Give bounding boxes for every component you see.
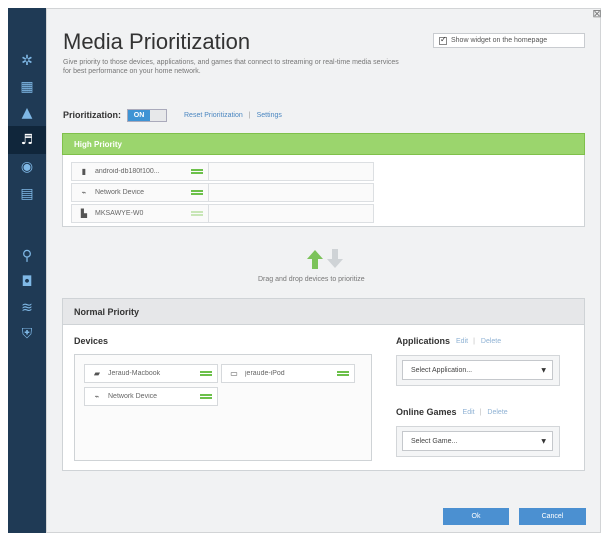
security-icon[interactable]: ⛨ — [8, 320, 46, 348]
game-select[interactable]: Select Game... ▼ — [402, 431, 553, 451]
device-name: Jeraud-Macbook — [108, 370, 161, 377]
applications-edit-link[interactable]: Edit — [456, 338, 468, 345]
prioritization-row: Prioritization: ON Reset Prioritization … — [63, 108, 282, 122]
high-priority-device-row[interactable]: ⌁ Network Device — [71, 183, 374, 202]
device-card[interactable]: ⌁ Network Device — [84, 387, 218, 406]
high-priority-device-row[interactable]: ▮ android-db180f100... — [71, 162, 374, 181]
game-select-value: Select Game... — [411, 437, 458, 445]
signal-strength-icon — [191, 169, 203, 174]
device-name: MKSAWYE-W0 — [95, 210, 144, 217]
normal-devices-dropzone[interactable]: ▰ Jeraud-Macbook ▭ jeraude-iPod ⌁ Networ… — [74, 354, 372, 461]
devices-label: Devices — [74, 336, 109, 346]
device-name: android-db180f100... — [95, 168, 160, 175]
high-priority-device-row[interactable]: ▙ MKSAWYE-W0 — [71, 204, 374, 223]
phone-icon: ▮ — [81, 167, 87, 176]
parental-icon[interactable]: ⚲ — [8, 242, 46, 270]
arrow-down-icon — [327, 249, 343, 268]
media-priority-icon[interactable]: ♬ — [8, 126, 52, 154]
online-games-edit-link[interactable]: Edit — [463, 409, 475, 416]
application-select[interactable]: Select Application... ▼ — [402, 360, 553, 380]
device-card[interactable]: ⌁ Network Device — [72, 184, 209, 201]
applications-label: Applications — [396, 336, 451, 346]
prioritization-toggle[interactable]: ON — [127, 108, 167, 122]
wireless-icon[interactable]: ≋ — [8, 294, 46, 322]
applications-delete-link[interactable]: Delete — [481, 338, 501, 345]
reset-prioritization-link[interactable]: Reset Prioritization — [184, 112, 243, 119]
drag-arrows-icon — [307, 249, 343, 269]
device-card[interactable]: ▭ jeraude-iPod — [221, 364, 355, 383]
network-device-icon: ⌁ — [81, 188, 87, 197]
chevron-down-icon: ▼ — [541, 438, 546, 445]
link-separator: | — [248, 111, 251, 119]
toggle-on-label[interactable]: ON — [128, 109, 150, 121]
toggle-off-half[interactable] — [150, 109, 166, 121]
alert-icon[interactable]: ▲ — [8, 99, 46, 127]
show-widget-checkbox[interactable]: Show widget on the homepage — [433, 33, 585, 48]
show-widget-label: Show widget on the homepage — [451, 37, 548, 44]
device-name: jeraude-iPod — [245, 370, 285, 377]
chevron-down-icon: ▼ — [541, 367, 546, 374]
connectivity-icon[interactable]: ◉ — [8, 153, 46, 181]
device-name: Network Device — [108, 393, 158, 400]
link-separator: | — [479, 408, 482, 416]
signal-strength-icon — [200, 394, 212, 399]
network-device-icon: ⌁ — [94, 392, 100, 401]
signal-strength-icon — [200, 371, 212, 376]
signal-strength-icon — [337, 371, 349, 376]
arrow-up-icon — [307, 250, 323, 269]
drag-hint-text: Drag and drop devices to prioritize — [258, 276, 365, 283]
device-name: Network Device — [95, 189, 145, 196]
page-description: Give priority to those devices, applicat… — [63, 59, 399, 75]
signal-strength-icon — [191, 190, 203, 195]
cancel-button[interactable]: Cancel — [519, 508, 586, 525]
network-icon[interactable]: ✲ — [8, 47, 46, 75]
applications-section: Applications Edit | Delete — [396, 336, 501, 346]
laptop-icon: ▰ — [93, 369, 101, 378]
checkbox-checked-icon[interactable] — [439, 35, 447, 45]
online-games-section: Online Games Edit | Delete — [396, 407, 508, 417]
settings-link[interactable]: Settings — [257, 112, 282, 119]
device-card[interactable]: ▰ Jeraud-Macbook — [84, 364, 218, 383]
high-priority-header: High Priority — [62, 133, 585, 155]
online-games-delete-link[interactable]: Delete — [487, 409, 507, 416]
page-title: Media Prioritization — [63, 29, 251, 54]
application-select-value: Select Application... — [411, 366, 473, 374]
camera-icon[interactable]: ◘ — [8, 268, 46, 296]
normal-priority-header: Normal Priority — [62, 298, 585, 325]
device-card[interactable]: ▙ MKSAWYE-W0 — [72, 205, 209, 222]
computer-icon: ▙ — [80, 209, 88, 218]
router-icon[interactable]: ▦ — [8, 73, 46, 101]
ok-button[interactable]: Ok — [443, 508, 509, 525]
online-games-label: Online Games — [396, 407, 457, 417]
signal-strength-icon — [191, 211, 203, 216]
map-icon[interactable]: ▤ — [8, 180, 46, 208]
close-icon[interactable]: ⊠ — [591, 8, 603, 20]
device-card[interactable]: ▮ android-db180f100... — [72, 163, 209, 180]
ipod-icon: ▭ — [230, 369, 238, 378]
link-separator: | — [473, 337, 475, 345]
prioritization-label: Prioritization: — [63, 110, 121, 120]
app-sidebar: ✲ ▦ ▲ ♬ ◉ ▤ ⚲ ◘ ≋ ⛨ — [8, 8, 52, 533]
